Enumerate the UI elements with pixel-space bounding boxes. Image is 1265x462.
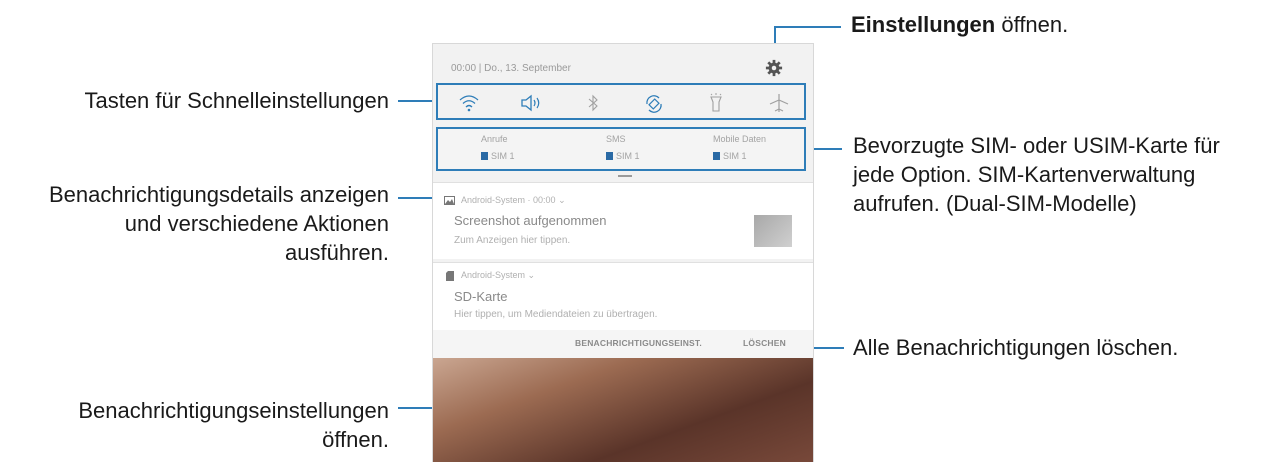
settings-annotation-rest: öffnen. — [995, 12, 1069, 37]
sim-value-mobile-data-text: SIM 1 — [723, 151, 747, 161]
sim-annotation-line3: aufrufen. (Dual-SIM-Modelle) — [853, 191, 1137, 216]
notification-source-text: Android-System · 00:00 — [461, 195, 556, 205]
wifi-icon[interactable] — [458, 93, 480, 113]
wallpaper — [433, 358, 813, 462]
details-annotation-line2: und verschiedene Aktionen — [124, 211, 389, 236]
clear-all-annotation: Alle Benachrichtigungen löschen. — [853, 335, 1179, 360]
clear-all-button[interactable]: LÖSCHEN — [743, 338, 786, 348]
sim-value-sms-text: SIM 1 — [616, 151, 640, 161]
status-date: 00:00 | Do., 13. September — [451, 63, 571, 74]
quick-settings-bar — [436, 83, 806, 120]
details-annotation-line1: Benachrichtigungsdetails anzeigen — [48, 182, 389, 207]
notification-card-screenshot[interactable]: Android-System · 00:00 ⌄ Screenshot aufg… — [433, 182, 813, 259]
sim-label-calls: Anrufe — [481, 134, 508, 144]
auto-rotate-icon[interactable] — [643, 93, 665, 115]
sim-annotation-line2: jede Option. SIM-Kartenverwaltung — [853, 162, 1196, 187]
image-icon — [444, 196, 455, 205]
quick-settings-leader — [398, 100, 434, 102]
notification-card-sd-card[interactable]: Android-System ⌄ SD-Karte Hier tippen, u… — [433, 262, 813, 331]
sim-card-icon — [606, 152, 613, 160]
bluetooth-icon[interactable] — [586, 93, 600, 113]
screenshot-thumbnail — [754, 215, 792, 247]
sound-icon[interactable] — [519, 93, 543, 113]
details-leader — [398, 197, 434, 199]
sim-value-calls-text: SIM 1 — [491, 151, 515, 161]
notification-panel: 00:00 | Do., 13. September Anrufe SIM 1 … — [432, 43, 814, 462]
notif-settings-annotation-line1: Benachrichtigungseinstellungen — [78, 398, 389, 423]
notification-settings-button[interactable]: BENACHRICHTIGUNGSEINST. — [575, 338, 702, 348]
notification-action-row: BENACHRICHTIGUNGSEINST. LÖSCHEN — [433, 330, 813, 358]
sim-card-icon — [713, 152, 720, 160]
sim-label-mobile-data: Mobile Daten — [713, 134, 767, 144]
sim-value-sms[interactable]: SIM 1 — [606, 151, 640, 161]
notification-source: Android-System · 00:00 ⌄ — [461, 195, 566, 206]
airplane-mode-icon[interactable] — [768, 93, 790, 113]
chevron-down-icon[interactable]: ⌄ — [528, 270, 536, 280]
quick-settings-annotation: Tasten für Schnelleinstellungen — [84, 88, 389, 113]
drag-handle[interactable] — [618, 175, 632, 177]
chevron-down-icon[interactable]: ⌄ — [558, 195, 566, 205]
sim-annotation-line1: Bevorzugte SIM- oder USIM-Karte für — [853, 133, 1220, 158]
notification-text: Zum Anzeigen hier tippen. — [454, 235, 571, 246]
sim-annotation: Bevorzugte SIM- oder USIM-Karte für jede… — [853, 131, 1220, 218]
notification-title: Screenshot aufgenommen — [454, 213, 607, 228]
notification-source: Android-System ⌄ — [461, 270, 535, 281]
sim-value-calls[interactable]: SIM 1 — [481, 151, 515, 161]
flashlight-icon[interactable] — [708, 93, 724, 113]
notification-text: Hier tippen, um Mediendateien zu übertra… — [454, 309, 658, 320]
notif-settings-annotation-line2: öffnen. — [322, 427, 389, 452]
settings-annotation: Einstellungen öffnen. — [851, 10, 1068, 39]
sim-preference-bar: Anrufe SIM 1 SMS SIM 1 Mobile Daten SIM … — [436, 127, 806, 171]
details-annotation-line3: ausführen. — [285, 240, 389, 265]
sim-value-mobile-data[interactable]: SIM 1 — [713, 151, 747, 161]
sim-card-icon — [481, 152, 488, 160]
settings-leader-h — [775, 26, 841, 28]
notification-source-text: Android-System — [461, 270, 526, 280]
sim-leader — [812, 148, 842, 150]
gear-icon[interactable] — [765, 59, 783, 77]
notif-settings-annotation: Benachrichtigungseinstellungen öffnen. — [78, 396, 389, 454]
notification-title: SD-Karte — [454, 289, 508, 304]
details-annotation: Benachrichtigungsdetails anzeigen und ve… — [49, 180, 389, 267]
sd-card-icon — [446, 271, 454, 281]
settings-annotation-bold: Einstellungen — [851, 12, 996, 37]
sim-label-sms: SMS — [606, 134, 626, 144]
